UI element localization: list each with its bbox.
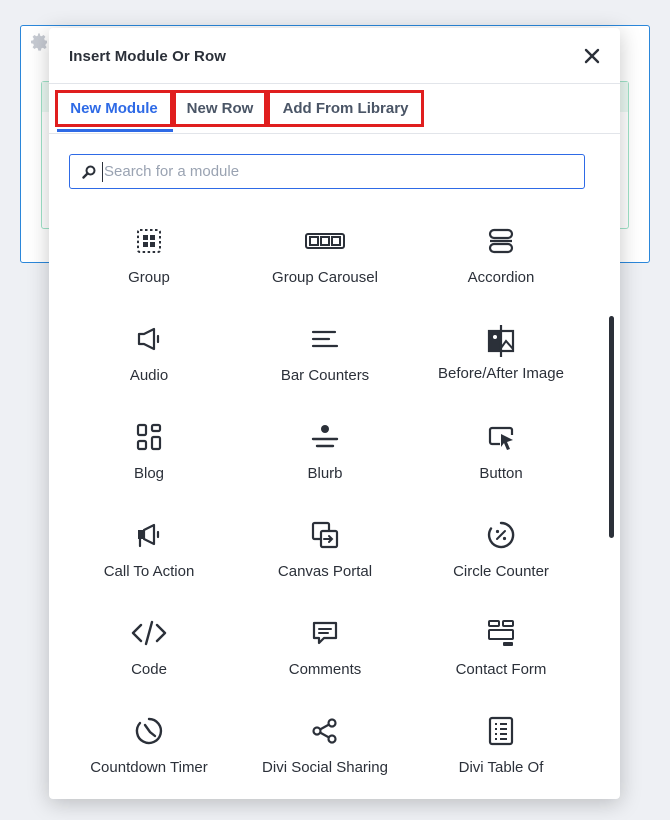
- module-call-to-action[interactable]: Call To Action: [61, 500, 237, 598]
- module-label: Divi Social Sharing: [262, 759, 388, 776]
- modal-header: Insert Module Or Row: [49, 28, 620, 84]
- module-comments[interactable]: Comments: [237, 598, 413, 696]
- accordion-icon: [488, 228, 514, 254]
- module-label: Group Carousel: [272, 269, 378, 286]
- module-social-sharing[interactable]: Divi Social Sharing: [237, 696, 413, 794]
- module-label: Contact Form: [455, 661, 547, 678]
- circle-counter-icon: [487, 521, 515, 549]
- module-button[interactable]: Button: [413, 402, 589, 500]
- module-label: Code: [131, 661, 167, 678]
- social-sharing-icon: [312, 718, 337, 744]
- module-label: Canvas Portal: [277, 563, 373, 580]
- module-label: Countdown Timer: [90, 759, 208, 776]
- module-grid: Group Group Carousel Accordion Audio Bar…: [61, 206, 591, 794]
- bar-counters-icon: [311, 330, 339, 348]
- insert-module-modal: Insert Module Or Row New Module New Row …: [49, 28, 620, 799]
- call-to-action-icon: [138, 523, 160, 548]
- module-label: Divi Table Of: [458, 759, 544, 776]
- search-box: [69, 154, 585, 189]
- scrollbar-thumb[interactable]: [609, 316, 614, 538]
- module-contact-form[interactable]: Contact Form: [413, 598, 589, 696]
- contact-form-icon: [488, 620, 514, 646]
- module-circle-counter[interactable]: Circle Counter: [413, 500, 589, 598]
- blurb-icon: [311, 425, 339, 448]
- module-blog[interactable]: Blog: [61, 402, 237, 500]
- module-label: Bar Counters: [280, 367, 370, 384]
- search-input[interactable]: [102, 161, 584, 182]
- section-settings-gear-icon[interactable]: [29, 32, 49, 52]
- module-countdown-timer[interactable]: Countdown Timer: [61, 696, 237, 794]
- module-label: Accordion: [467, 269, 535, 286]
- module-blurb[interactable]: Blurb: [237, 402, 413, 500]
- before-after-image-icon: [487, 325, 515, 357]
- module-label: Audio: [129, 367, 169, 384]
- canvas-portal-icon: [311, 521, 339, 549]
- module-audio[interactable]: Audio: [61, 304, 237, 402]
- close-icon: [584, 48, 600, 64]
- module-code[interactable]: Code: [61, 598, 237, 696]
- blog-icon: [136, 423, 162, 451]
- table-of-contents-icon: [488, 716, 514, 746]
- tab-add-from-library[interactable]: Add From Library: [267, 90, 424, 127]
- modal-tabs: New Module New Row Add From Library: [49, 84, 620, 134]
- group-icon: [137, 229, 161, 253]
- module-label: Button: [479, 465, 523, 482]
- module-label: Blurb: [307, 465, 343, 482]
- module-label: Call To Action: [103, 563, 195, 580]
- search-icon: [82, 165, 96, 179]
- module-group[interactable]: Group: [61, 206, 237, 304]
- modal-title: Insert Module Or Row: [69, 48, 227, 65]
- group-carousel-icon: [305, 233, 345, 249]
- module-canvas-portal[interactable]: Canvas Portal: [237, 500, 413, 598]
- module-group-carousel[interactable]: Group Carousel: [237, 206, 413, 304]
- module-table-of-contents[interactable]: Divi Table Of: [413, 696, 589, 794]
- tab-new-row[interactable]: New Row: [173, 90, 267, 127]
- module-label: Before/After Image: [438, 365, 564, 382]
- countdown-timer-icon: [135, 717, 163, 745]
- close-button[interactable]: [578, 42, 606, 70]
- code-icon: [131, 620, 167, 646]
- comments-icon: [312, 621, 338, 645]
- audio-icon: [137, 327, 160, 351]
- button-icon: [488, 426, 514, 450]
- module-list[interactable]: Group Group Carousel Accordion Audio Bar…: [49, 206, 620, 799]
- module-label: Comments: [288, 661, 362, 678]
- module-label: Circle Counter: [453, 563, 549, 580]
- tab-new-module[interactable]: New Module: [55, 90, 173, 127]
- module-bar-counters[interactable]: Bar Counters: [237, 304, 413, 402]
- module-label: Blog: [133, 465, 165, 482]
- module-accordion[interactable]: Accordion: [413, 206, 589, 304]
- active-tab-indicator: [57, 129, 173, 132]
- module-before-after-image[interactable]: Before/After Image: [413, 304, 589, 402]
- module-label: Group: [128, 269, 170, 286]
